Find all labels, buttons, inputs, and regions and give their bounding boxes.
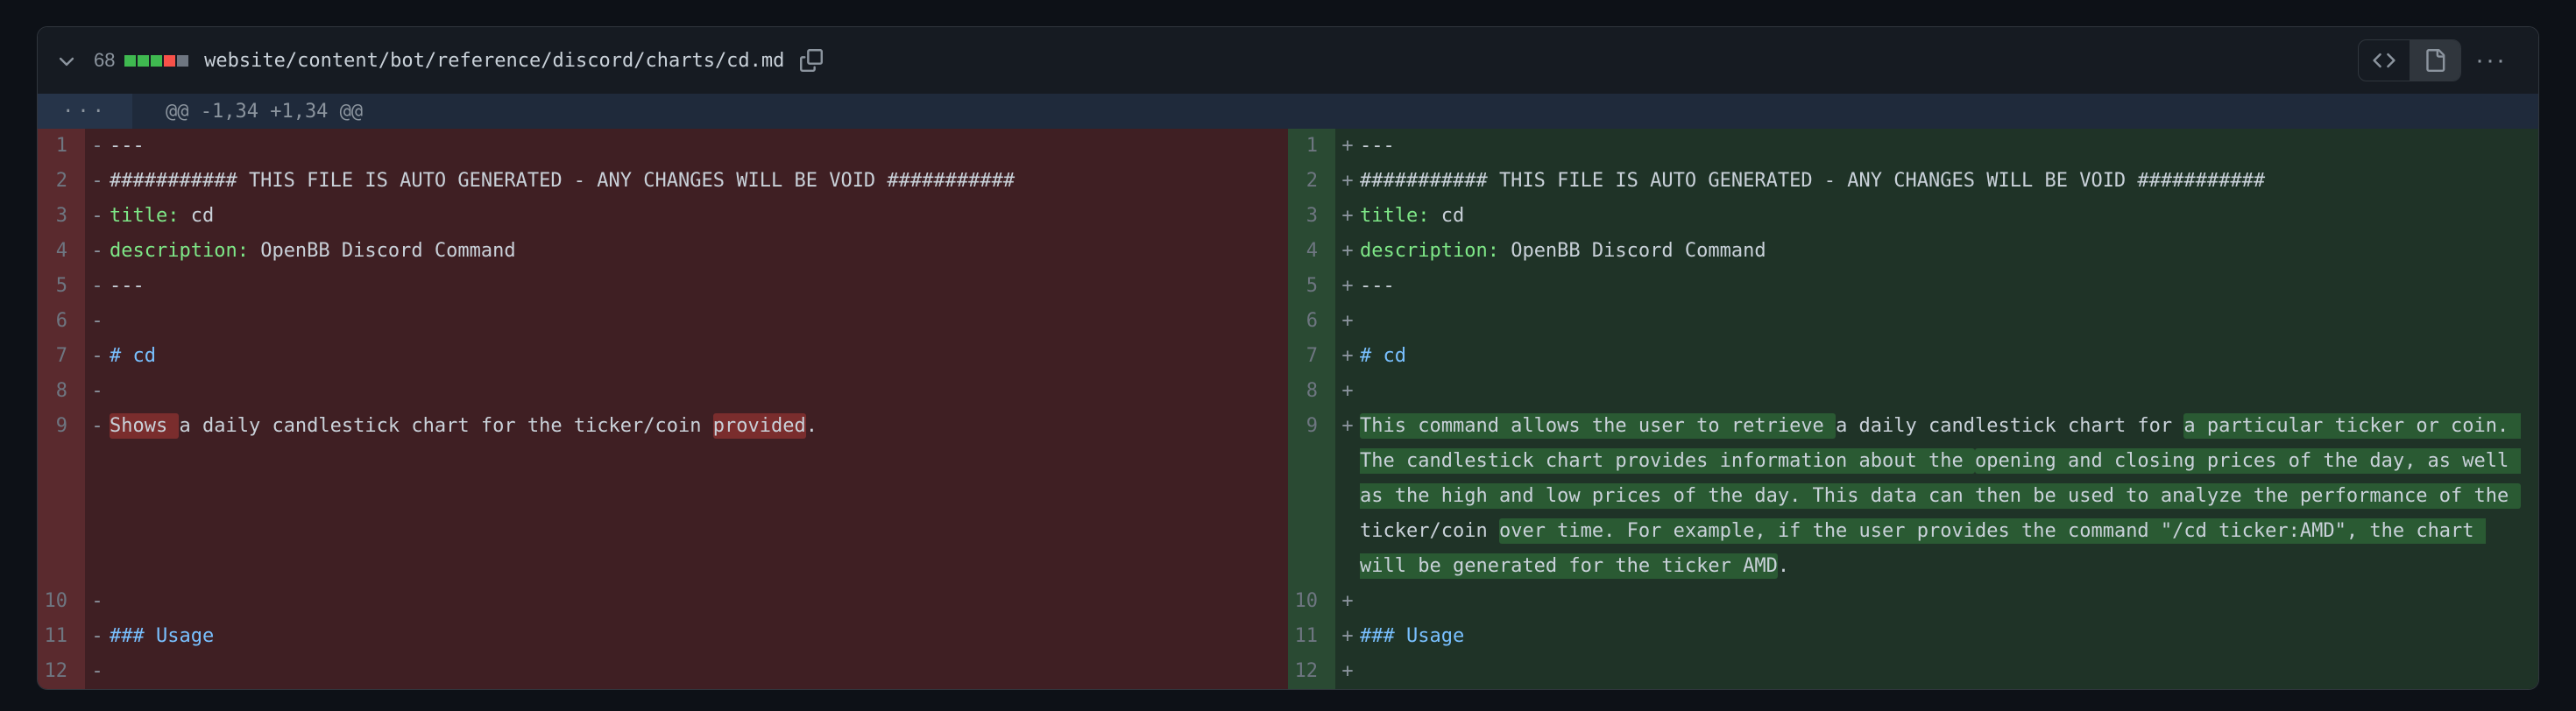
file-diff-container: 68 website/content/bot/reference/discord…	[37, 26, 2539, 690]
line-number[interactable]: 6	[1288, 304, 1335, 339]
code-line[interactable]	[1360, 304, 2538, 339]
line-number[interactable]: 12	[1288, 654, 1335, 689]
code-line[interactable]	[1360, 584, 2538, 619]
rendered-view-button[interactable]	[2410, 40, 2460, 81]
line-number[interactable]: 1	[38, 129, 85, 164]
diff-row: 5----5+---	[38, 269, 2538, 304]
line-number[interactable]: 9	[1288, 409, 1335, 584]
code-line[interactable]: title: cd	[110, 199, 1288, 234]
diff-row: 4-description: OpenBB Discord Command4+d…	[38, 234, 2538, 269]
line-number[interactable]: 7	[38, 339, 85, 374]
diff-row: 1----1+---	[38, 129, 2538, 164]
line-number[interactable]: 12	[38, 654, 85, 689]
code-line[interactable]: ########### THIS FILE IS AUTO GENERATED …	[110, 164, 1288, 199]
line-number[interactable]: 5	[1288, 269, 1335, 304]
diff-table: 1----1+---2-########### THIS FILE IS AUT…	[38, 129, 2538, 689]
diff-bar-add	[124, 55, 136, 67]
line-number[interactable]: 5	[38, 269, 85, 304]
diff-stats: 68	[94, 48, 188, 73]
diff-row: 12-12+	[38, 654, 2538, 689]
code-line[interactable]: description: OpenBB Discord Command	[110, 234, 1288, 269]
diff-row: 3-title: cd3+title: cd	[38, 199, 2538, 234]
diff-row: 8-8+	[38, 374, 2538, 409]
diff-line-count: 68	[94, 49, 115, 71]
line-number[interactable]: 2	[1288, 164, 1335, 199]
line-number[interactable]: 11	[38, 619, 85, 654]
diff-row: 7-# cd7+# cd	[38, 339, 2538, 374]
code-line[interactable]: ### Usage	[1360, 619, 2538, 654]
line-number[interactable]: 1	[1288, 129, 1335, 164]
hunk-header: ··· @@ -1,34 +1,34 @@	[38, 94, 2538, 129]
diff-bar-neutral	[177, 55, 188, 67]
code-line[interactable]: ---	[110, 129, 1288, 164]
code-line[interactable]: ### Usage	[110, 619, 1288, 654]
diff-body: ··· @@ -1,34 +1,34 @@ 1----1+---2-######…	[38, 94, 2538, 689]
code-line[interactable]: # cd	[1360, 339, 2538, 374]
file-header: 68 website/content/bot/reference/discord…	[38, 27, 2538, 94]
diff-bars	[124, 55, 188, 67]
code-line[interactable]	[110, 654, 1288, 689]
line-number[interactable]: 7	[1288, 339, 1335, 374]
line-number[interactable]: 10	[1288, 584, 1335, 619]
file-header-right: ···	[2358, 39, 2521, 81]
code-line[interactable]: ########### THIS FILE IS AUTO GENERATED …	[1360, 164, 2538, 199]
line-number[interactable]: 6	[38, 304, 85, 339]
diff-bar-del	[164, 55, 175, 67]
copy-path-icon[interactable]	[800, 49, 823, 72]
view-toggle	[2358, 39, 2461, 81]
code-line[interactable]	[110, 304, 1288, 339]
line-number[interactable]: 2	[38, 164, 85, 199]
code-line[interactable]: Shows a daily candlestick chart for the …	[110, 409, 1288, 584]
kebab-menu-icon[interactable]: ···	[2461, 46, 2521, 75]
line-number[interactable]: 8	[1288, 374, 1335, 409]
diff-bar-add	[138, 55, 149, 67]
diff-row: 11-### Usage11+### Usage	[38, 619, 2538, 654]
code-line[interactable]	[1360, 374, 2538, 409]
code-line[interactable]: # cd	[110, 339, 1288, 374]
diff-bar-add	[151, 55, 162, 67]
line-number[interactable]: 4	[38, 234, 85, 269]
line-number[interactable]: 9	[38, 409, 85, 584]
hunk-range: @@ -1,34 +1,34 @@	[132, 101, 363, 123]
diff-row: 9-Shows a daily candlestick chart for th…	[38, 409, 2538, 584]
line-number[interactable]: 4	[1288, 234, 1335, 269]
chevron-down-icon[interactable]	[55, 49, 78, 72]
code-line[interactable]	[110, 374, 1288, 409]
line-number[interactable]: 8	[38, 374, 85, 409]
line-number[interactable]: 3	[1288, 199, 1335, 234]
code-line[interactable]: ---	[110, 269, 1288, 304]
code-line[interactable]	[1360, 654, 2538, 689]
code-line[interactable]: title: cd	[1360, 199, 2538, 234]
expand-hunk-icon[interactable]: ···	[38, 94, 132, 129]
line-number[interactable]: 3	[38, 199, 85, 234]
line-number[interactable]: 10	[38, 584, 85, 619]
file-header-left: 68 website/content/bot/reference/discord…	[55, 48, 823, 73]
code-line[interactable]: description: OpenBB Discord Command	[1360, 234, 2538, 269]
file-path[interactable]: website/content/bot/reference/discord/ch…	[204, 50, 784, 72]
code-line[interactable]: ---	[1360, 129, 2538, 164]
code-line[interactable]: ---	[1360, 269, 2538, 304]
code-line[interactable]	[110, 584, 1288, 619]
diff-row: 10-10+	[38, 584, 2538, 619]
source-view-button[interactable]	[2359, 40, 2410, 81]
diff-row: 2-########### THIS FILE IS AUTO GENERATE…	[38, 164, 2538, 199]
diff-row: 6-6+	[38, 304, 2538, 339]
code-line[interactable]: This command allows the user to retrieve…	[1360, 409, 2538, 584]
line-number[interactable]: 11	[1288, 619, 1335, 654]
